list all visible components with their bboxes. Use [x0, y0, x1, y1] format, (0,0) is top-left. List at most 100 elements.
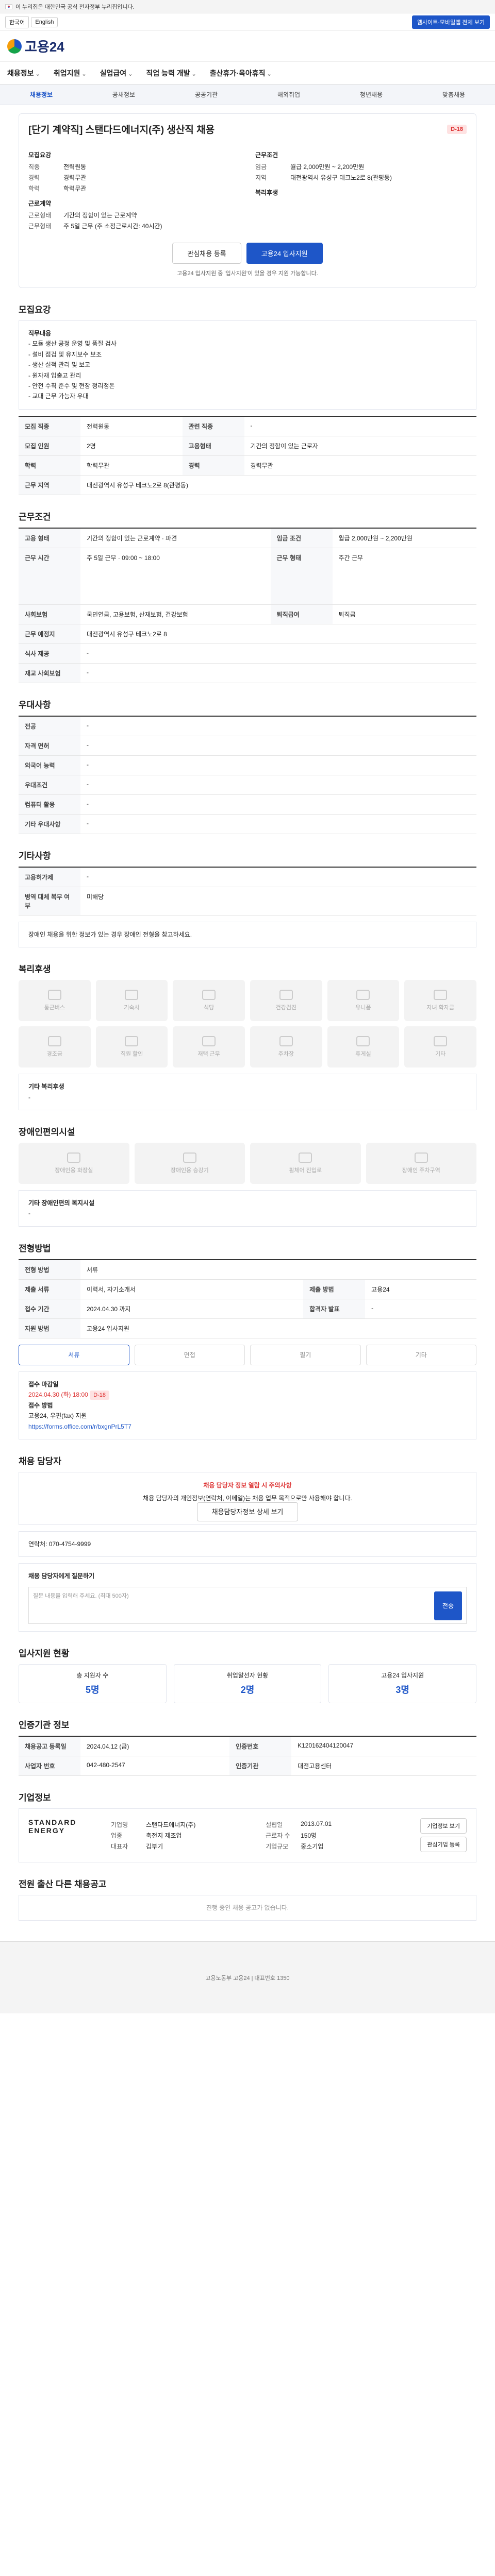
table-header: 접수 기간 [19, 1299, 80, 1319]
table-row: 지원 방법 고용24 입사지원 [19, 1318, 476, 1338]
job-desc-line: - 설비 점검 및 유지보수 보조 [28, 350, 102, 358]
follow-company-button[interactable]: 관심기업 등록 [420, 1836, 467, 1852]
table-cell: - [80, 736, 476, 756]
lang-english[interactable]: English [31, 16, 58, 27]
table-row: 외국어 능력 - [19, 755, 476, 775]
benefit-item: 자녀 학자금 [404, 980, 476, 1022]
gnb-item[interactable]: 출산휴가·육아휴직 [210, 68, 272, 78]
table-cell: 경력무관 [244, 455, 476, 476]
table-header: 제출 서류 [19, 1279, 80, 1299]
cert-table: 채용공고 등록일 2024.04.12 (금) 인증번호 K1201624041200… [19, 1735, 476, 1776]
method-interview[interactable]: 면접 [134, 1344, 245, 1365]
section-title: 장애인편의시설 [19, 1127, 75, 1137]
table-header: 퇴직급여 [270, 604, 333, 624]
table-cell: 퇴직금 [332, 604, 476, 624]
table-cell: 이력서, 자기소개서 [80, 1279, 304, 1299]
subnav-item[interactable]: 채용정보 [0, 90, 82, 99]
table-header: 사회보험 [19, 604, 80, 624]
gnb-item[interactable]: 취업지원 [54, 68, 87, 78]
info-key: 지역 [255, 174, 267, 181]
benefit-icon [356, 1036, 370, 1047]
facility-etc-label: 기타 장애인편의 복지시설 [28, 1199, 95, 1207]
table-cell: - [365, 1299, 476, 1319]
method-etc[interactable]: 기타 [366, 1344, 476, 1365]
table-row: 고용허가제 - [19, 867, 476, 887]
gov-banner: 이 누리집은 대한민국 공식 전자정부 누리집입니다. [0, 0, 495, 13]
company-info-button[interactable]: 기업정보 보기 [420, 1818, 467, 1834]
table-header: 전공 [19, 716, 80, 736]
benefit-label: 직원 할인 [120, 1051, 143, 1058]
table-cell: 대전광역시 유성구 테크노2로 8(관평동) [80, 475, 476, 495]
benefits-grid: 통근버스 기숙사 식당 건강검진 유니폼 자녀 학자금 경조금 직원 할인 재택… [19, 980, 476, 1068]
subnav-item[interactable]: 해외취업 [248, 90, 330, 99]
company-value: 2013.07.01 [301, 1820, 332, 1827]
table-cell: - [80, 663, 476, 683]
subnav-item[interactable]: 청년채용 [330, 90, 412, 99]
method-document[interactable]: 서류 [19, 1344, 129, 1365]
subnav-item[interactable]: 공공기관 [165, 90, 248, 99]
section-title: 근무조건 [19, 512, 51, 522]
info-row: 학력 학력무관 [28, 184, 240, 193]
table-header: 외국어 능력 [19, 755, 80, 775]
flag-icon [5, 4, 12, 9]
company-row: 설립일 2013.07.01 [266, 1820, 410, 1829]
benefit-icon [356, 990, 370, 1001]
stat-value: 2명 [240, 1685, 255, 1696]
section-title: 입사지원 현황 [19, 1648, 70, 1658]
manager-detail-button[interactable]: 채용담당자정보 상세 보기 [196, 1502, 299, 1521]
info-key: 경력 [28, 174, 40, 181]
table-cell: 월급 2,000만원 ~ 2,200만원 [332, 528, 476, 548]
apply-form-link[interactable]: https://forms.office.com/r/bxgnPrL5T7 [28, 1423, 131, 1430]
apply-button[interactable]: 고용24 입사지원 [246, 243, 323, 264]
apply-method-tabs: 서류 면접 필기 기타 [19, 1344, 476, 1365]
company-value: 150명 [301, 1832, 317, 1839]
job-desc-line: - 생산 실적 관리 및 보고 [28, 361, 91, 369]
restroom-icon [67, 1152, 81, 1163]
table-row: 식사 제공 - [19, 643, 476, 664]
table-header: 사업자 번호 [19, 1756, 80, 1776]
gnb-item[interactable]: 실업급여 [100, 68, 133, 78]
table-row: 사업자 번호 042-480-2547 인증기관 대전고용센터 [19, 1756, 476, 1776]
benefits-etc-value: - [28, 1093, 30, 1101]
apply-docs-value: 고용24, 우편(fax) 지원 [28, 1412, 87, 1420]
table-header: 합격자 발표 [303, 1299, 366, 1319]
table-row: 자격 면허 - [19, 736, 476, 756]
stat-card: 고용24 입사지원 3명 [328, 1664, 477, 1703]
table-cell: 042-480-2547 [80, 1756, 230, 1776]
benefits-etc-label: 기타 복리후생 [28, 1083, 64, 1091]
lang-korean[interactable]: 한국어 [5, 15, 29, 28]
info-key: 직종 [28, 163, 40, 171]
table-row: 우대조건 - [19, 775, 476, 795]
site-logo[interactable]: 고용24 [7, 37, 64, 56]
others-empty: 진행 중인 채용 공고가 없습니다. [19, 1894, 476, 1921]
table-cell: 서류 [80, 1259, 476, 1280]
inquiry-textarea[interactable]: 질문 내용을 입력해 주세요. (최대 500자) 전송 [28, 1586, 467, 1624]
table-row: 고용 형태 기간의 정함이 있는 근로계약 · 파견 임금 조건 월급 2,000만원… [19, 528, 476, 548]
benefit-label: 자녀 학자금 [426, 1005, 454, 1011]
interest-button[interactable]: 관심채용 등록 [172, 243, 241, 264]
table-header: 학력 [19, 455, 80, 476]
table-header: 자격 면허 [19, 736, 80, 756]
table-header: 근무 지역 [19, 475, 80, 495]
job-title-row: [단기 계약직] 스탠다드에너지(주) 생산직 채용 D-18 [28, 122, 467, 136]
gnb-item[interactable]: 채용정보 [7, 68, 40, 78]
table-header: 경력 [182, 455, 244, 476]
all-services-link[interactable]: 웹사이트·모바일앱 전체 보기 [411, 15, 490, 29]
company-card: STANDARD ENERGY 기업명 스탠다드에너지(주) 업종 축전지 제조업 … [19, 1808, 476, 1862]
info-row: 임금 월급 2,000만원 ~ 2,200만원 [255, 162, 467, 171]
subnav-item[interactable]: 공채정보 [82, 90, 165, 99]
method-written[interactable]: 필기 [250, 1344, 361, 1365]
gnb-item[interactable]: 직업 능력 개발 [146, 68, 196, 78]
table-header: 고용형태 [182, 436, 244, 456]
logo-icon [7, 39, 22, 54]
facility-etc-value: - [28, 1210, 30, 1217]
company-row: 기업규모 중소기업 [266, 1842, 410, 1851]
subnav-item[interactable]: 맞춤채용 [412, 90, 495, 99]
benefit-item: 유니폼 [327, 980, 400, 1022]
preference-table: 전공 - 자격 면허 - 외국어 능력 - 우대조건 - 컴퓨터 활용 - 기타 우대사항… [19, 715, 476, 834]
table-header: 모집 직종 [19, 416, 80, 436]
table-header: 인증번호 [229, 1736, 292, 1756]
stat-label: 고용24 입사지원 [381, 1672, 424, 1680]
send-button[interactable]: 전송 [434, 1591, 462, 1621]
company-key: 기업명 [111, 1821, 128, 1828]
